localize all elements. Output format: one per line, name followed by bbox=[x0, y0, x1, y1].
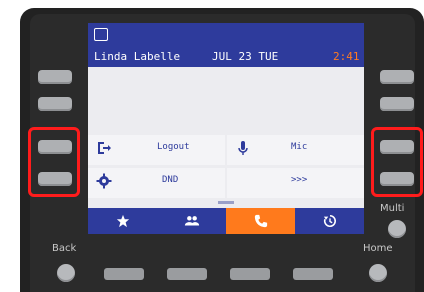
back-label: Back bbox=[52, 243, 77, 254]
softkey-more[interactable]: >>> bbox=[227, 168, 364, 198]
logout-icon bbox=[98, 142, 111, 154]
multi-label: Multi bbox=[380, 203, 405, 214]
bottom-key-2[interactable] bbox=[167, 268, 207, 280]
right-line-key-1[interactable] bbox=[380, 70, 414, 84]
tab-bar bbox=[88, 208, 364, 234]
phone-display: Linda Labelle JUL 23 TUE 2:41 Logout Mic bbox=[88, 23, 364, 234]
logout-label: Logout bbox=[157, 142, 190, 152]
contacts-icon bbox=[184, 216, 199, 226]
user-name: Linda Labelle bbox=[94, 50, 181, 63]
dnd-label: DND bbox=[162, 175, 179, 185]
bottom-key-4[interactable] bbox=[293, 268, 333, 280]
star-icon bbox=[116, 214, 129, 228]
home-button[interactable] bbox=[369, 264, 387, 282]
date-display: JUL 23 TUE bbox=[212, 50, 279, 63]
history-icon bbox=[323, 214, 336, 228]
status-bar: Linda Labelle JUL 23 TUE 2:41 bbox=[88, 23, 364, 67]
left-line-key-2[interactable] bbox=[38, 97, 72, 111]
left-line-key-1[interactable] bbox=[38, 70, 72, 84]
home-label: Home bbox=[363, 243, 393, 254]
tab-favorites[interactable] bbox=[88, 208, 157, 234]
softkey-mic[interactable]: Mic bbox=[227, 135, 364, 165]
tab-phone[interactable] bbox=[226, 208, 295, 234]
right-line-key-2[interactable] bbox=[380, 97, 414, 111]
right-keys-highlight bbox=[371, 127, 423, 197]
tab-history[interactable] bbox=[295, 208, 364, 234]
tab-contacts[interactable] bbox=[157, 208, 226, 234]
user-icon bbox=[94, 28, 108, 41]
phone-icon bbox=[254, 214, 267, 228]
softkey-row-2: DND >>> bbox=[88, 168, 364, 198]
softkey-dnd[interactable]: DND bbox=[88, 168, 225, 198]
softkey-logout[interactable]: Logout bbox=[88, 135, 225, 165]
back-button[interactable] bbox=[57, 264, 75, 282]
time-display: 2:41 bbox=[333, 50, 360, 63]
left-keys-highlight bbox=[28, 127, 80, 197]
bottom-key-3[interactable] bbox=[230, 268, 270, 280]
bottom-key-1[interactable] bbox=[104, 268, 144, 280]
page-indicator bbox=[218, 201, 234, 204]
more-label: >>> bbox=[291, 175, 308, 185]
mic-label: Mic bbox=[291, 142, 308, 152]
softkey-row-1: Logout Mic bbox=[88, 135, 364, 165]
multi-button[interactable] bbox=[388, 220, 406, 238]
microphone-icon bbox=[238, 141, 248, 155]
gear-icon bbox=[96, 173, 112, 189]
